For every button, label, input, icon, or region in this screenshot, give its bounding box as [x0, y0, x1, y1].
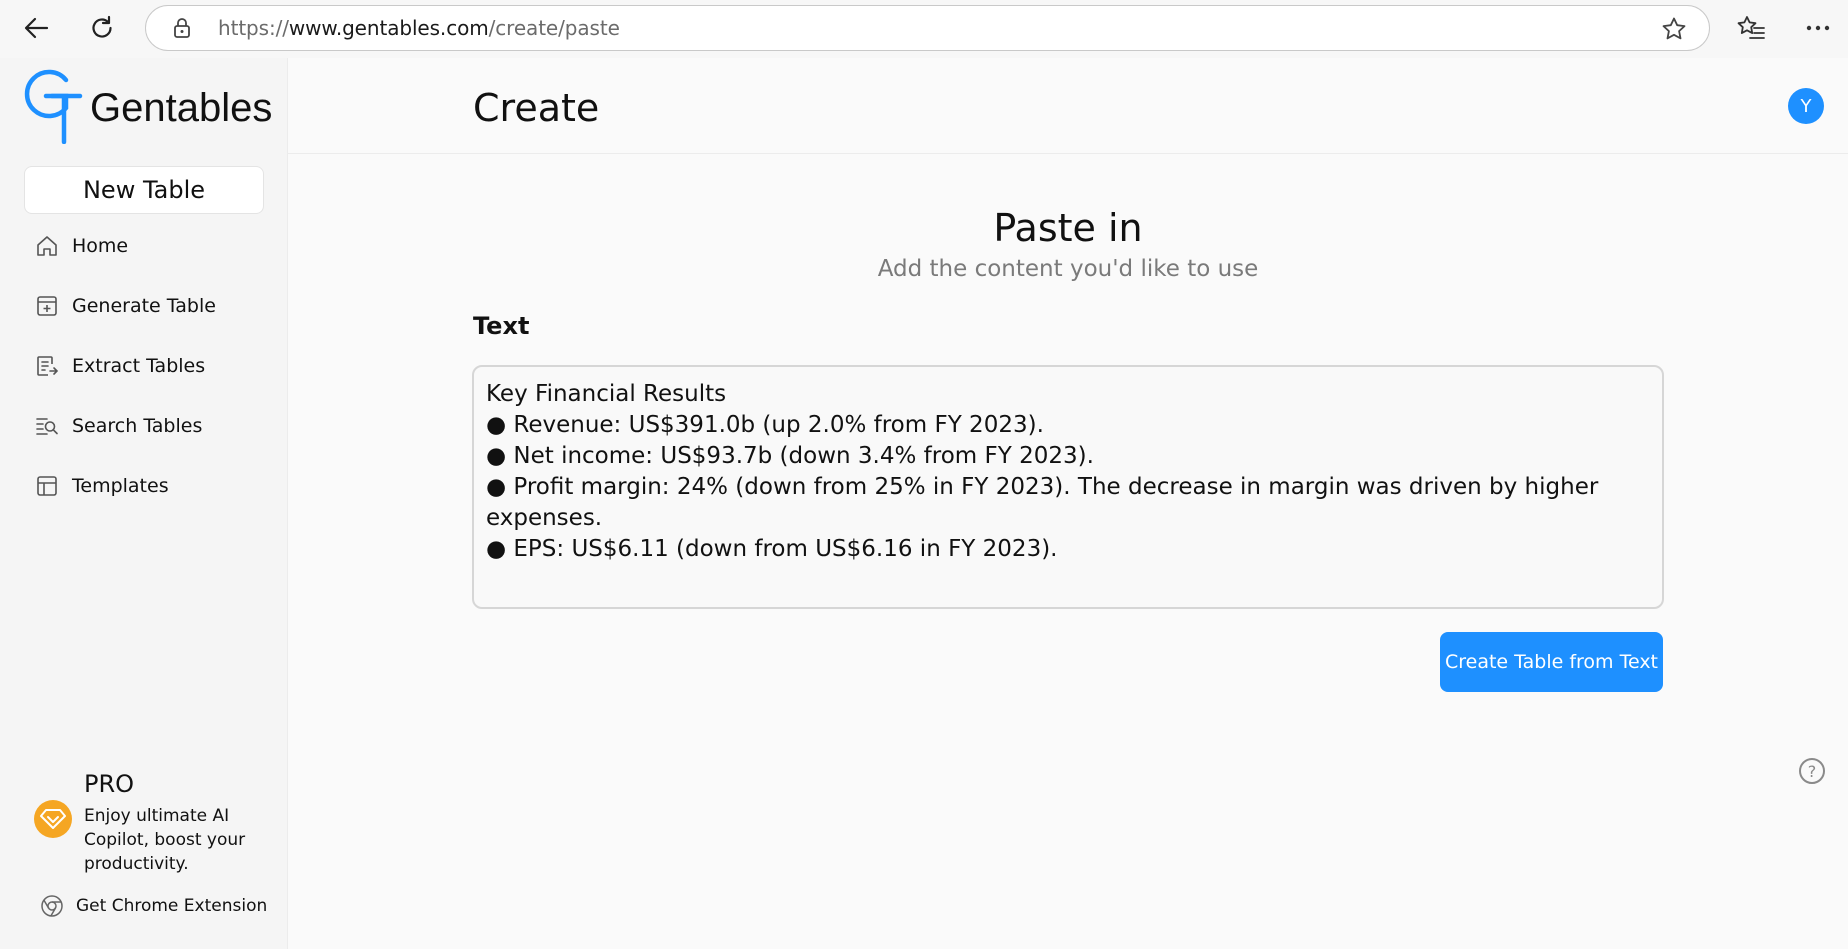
- more-menu-button[interactable]: [1800, 10, 1836, 46]
- extract-tables-icon: [34, 353, 60, 379]
- back-button[interactable]: [18, 10, 54, 46]
- reload-icon: [92, 15, 112, 38]
- pro-description: Enjoy ultimate AI Copilot, boost your pr…: [84, 806, 246, 874]
- chrome-icon: [40, 894, 64, 918]
- favorites-button[interactable]: [1733, 10, 1769, 46]
- section-title: Paste in: [993, 206, 1143, 250]
- text-field-label: Text: [473, 312, 530, 340]
- paste-text-input[interactable]: Key Financial Results ● Revenue: US$391.…: [472, 365, 1664, 609]
- sidebar-item-extract-tables[interactable]: Extract Tables: [34, 348, 205, 384]
- favorite-star-icon[interactable]: [1661, 16, 1687, 46]
- avatar[interactable]: Y: [1788, 88, 1824, 124]
- sidebar-item-generate-table[interactable]: Generate Table: [34, 288, 216, 324]
- diamond-icon: [34, 800, 72, 838]
- reload-button[interactable]: [84, 10, 120, 46]
- templates-icon: [34, 473, 60, 499]
- gt-logo-icon: [24, 69, 83, 144]
- sidebar-item-label: Search Tables: [72, 415, 203, 437]
- lock-icon: [172, 17, 192, 43]
- url-text[interactable]: https://www.gentables.com/create/paste: [218, 16, 620, 40]
- sidebar-item-label: Generate Table: [72, 295, 216, 317]
- sidebar-item-home[interactable]: Home: [34, 228, 128, 264]
- address-bar[interactable]: https://www.gentables.com/create/paste: [145, 5, 1710, 51]
- sidebar-item-label: Extract Tables: [72, 355, 206, 377]
- generate-table-icon: [34, 293, 60, 319]
- sidebar-item-label: Templates: [72, 475, 169, 497]
- sidebar-item-templates[interactable]: Templates: [34, 468, 169, 504]
- search-tables-icon: [34, 413, 60, 439]
- logo-text: Gentables: [90, 85, 273, 130]
- page-title: Create: [473, 86, 600, 130]
- back-arrow-icon: [24, 17, 49, 39]
- chrome-extension-link[interactable]: Get Chrome Extension: [40, 894, 267, 918]
- url-path: /create/paste: [488, 16, 620, 40]
- new-table-button[interactable]: New Table: [24, 166, 264, 214]
- more-dots-icon: [1806, 25, 1830, 31]
- favorites-list-icon: [1737, 16, 1765, 39]
- home-icon: [34, 233, 60, 259]
- help-icon[interactable]: ?: [1799, 758, 1825, 784]
- section-subtitle: Add the content you'd like to use: [877, 256, 1259, 282]
- create-table-from-text-button[interactable]: Create Table from Text: [1440, 632, 1663, 692]
- pro-title: PRO: [84, 770, 135, 798]
- gentables-logo[interactable]: Gentables: [22, 68, 272, 144]
- sidebar-item-label: Home: [72, 235, 129, 257]
- sidebar-item-search-tables[interactable]: Search Tables: [34, 408, 202, 444]
- sidebar: Gentables New Table Home Generate Table …: [0, 58, 288, 949]
- browser-toolbar: https://www.gentables.com/create/paste: [0, 0, 1848, 58]
- url-prefix: https://: [218, 16, 289, 40]
- page-header: Create Y: [288, 58, 1848, 154]
- url-domain: www.gentables.com: [288, 16, 489, 40]
- chrome-extension-label: Get Chrome Extension: [76, 896, 268, 916]
